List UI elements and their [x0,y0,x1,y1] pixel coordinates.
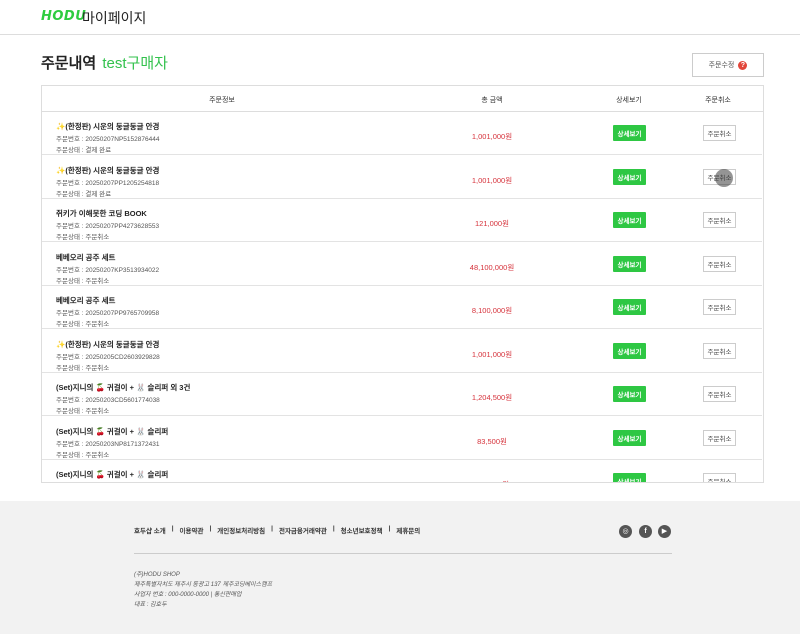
total-price: 1,204,500원 [471,393,513,402]
cancel-order-button[interactable]: 주문취소 [703,342,736,359]
column-header-cancel: 주문취소 [705,97,731,104]
footer-link[interactable]: 전자금융거래약관 [279,525,327,535]
cancel-order-button[interactable]: 주문취소 [703,429,736,446]
column-header-detail: 상세보기 [616,97,642,104]
detail-button[interactable]: 상세보기 [613,125,646,141]
footer-links: 호두샵 소개 | 이용약관 | 개인정보처리방침 | 전자금융거래약관 | 청소년보호정책 | 제휴… [134,525,420,535]
mouse-cursor-indicator [715,169,733,187]
order-status: 주문상태 : 주문취소 [56,321,110,328]
youtube-icon[interactable]: ▶ [658,525,671,538]
table-header: 주문정보 총 금액 상세보기 주문취소 [42,86,763,112]
product-name[interactable]: (Set)지니의 🍒 귀걸이 + 🐰 슬리퍼 외 3건 [56,382,190,393]
footer-link[interactable]: 이용약관 [180,525,204,535]
total-price: 83,500원 [477,436,507,446]
total-price: 121,000원 [474,219,509,228]
total-price: 1,001,000원 [471,175,513,185]
cancel-order-button[interactable]: 주문취소 [703,255,736,272]
footer-link[interactable]: 청소년보호정책 [341,525,383,535]
buyer-name: test구매자 [102,55,168,72]
order-number: 주문번호 : 20250203NP8171372431 [56,440,160,448]
column-header-total: 총 금액 [481,97,503,104]
total-price: 48,100,000원 [469,262,515,272]
cancel-order-button[interactable]: 주문취소 [703,473,736,482]
product-name[interactable]: 쥐키가 이해못한 코딩 BOOK [56,208,147,219]
order-status: 주문상태 : 주문취소 [56,277,110,285]
total-price: 8,100,000원 [471,306,513,315]
company-address: 제주특별자치도 제주시 동광고 137 제주코딩베이스캠프 [134,582,273,588]
detail-button[interactable]: 상세보기 [613,429,646,446]
detail-button[interactable]: 상세보기 [613,255,646,272]
table-row: 베베오리 공주 세트주문번호 : 20250207KP3513934022 주문상… [42,243,762,286]
order-table: 주문정보 총 금액 상세보기 주문취소 ✨(한정판) 시운의 둥글둥글 안경주문… [41,85,764,483]
footer-link-separator: | [388,525,391,532]
total-price: 163,500원 [452,479,532,482]
product-name[interactable]: 베베오리 공주 세트 [56,295,115,306]
order-edit-button[interactable]: 주문수정 ? [692,53,764,77]
order-status: 주문상태 : 주문취소 [56,234,110,241]
footer-link-separator: | [171,525,174,532]
header-title: 마이페이지 [82,10,147,26]
order-number: 주문번호 : 20250207PP4273628553 [56,223,160,230]
product-name[interactable]: ✨(한정판) 시운의 둥글둥글 안경 [56,339,159,350]
table-row: ✨(한정판) 시운의 둥글둥글 안경주문번호 : 20250207PP12052… [42,156,762,199]
order-status: 주문상태 : 결제 완료 [56,147,112,154]
product-name[interactable]: 베베오리 공주 세트 [56,252,115,263]
instagram-icon[interactable]: ◎ [619,525,632,538]
page-title: 주문내역 test구매자 [41,52,168,73]
help-icon: ? [738,60,748,70]
product-name[interactable]: ✨(한정판) 시운의 둥글둥글 안경 [56,165,159,176]
detail-button[interactable]: 상세보기 [613,168,646,185]
table-row: 쥐키가 이해못한 코딩 BOOK 주문번호 : 20250207PP4273628… [42,199,762,242]
order-edit-label: 주문수정 [708,62,735,69]
order-number: 주문번호 : 20250203CD5601774038 [56,397,160,404]
facebook-icon[interactable]: f [639,525,652,538]
hodu-logo[interactable]: HODU [41,9,86,24]
order-status: 주문상태 : 주문취소 [56,364,110,372]
detail-button[interactable]: 상세보기 [613,473,646,482]
order-number: 주문번호 : 20250207PP9765709958 [56,310,160,317]
order-status: 주문상태 : 결제 완료 [56,190,112,198]
footer-divider [134,553,672,554]
footer: 호두샵 소개 | 이용약관 | 개인정보처리방침 | 전자금융거래약관 | 청소년보호정책 | 제휴… [0,501,800,634]
order-number: 주문번호 : 20250207KP3513934022 [56,266,160,274]
footer-link-separator: | [271,525,273,532]
order-number: 주문번호 : 20250207NP5152876444 [56,136,160,143]
order-number: 주문번호 : 20250203CD2621702469 [56,481,160,482]
company-ceo: 대표 : 김호두 [134,602,167,608]
business-number: 사업자 번호 : 000-0000-0000 | 통신판매업 [134,592,242,598]
detail-button[interactable]: 상세보기 [613,299,646,315]
cancel-order-button[interactable]: 주문취소 [703,125,736,141]
cancel-order-button[interactable]: 주문취소 [703,212,736,228]
table-row: ✨(한정판) 시운의 둥글둥글 안경주문번호 : 20250207NP51528… [42,112,762,155]
total-price: 1,001,000원 [471,132,513,141]
cancel-order-button[interactable]: 주문취소 [703,386,736,402]
footer-link[interactable]: 개인정보처리방침 [217,525,265,535]
column-header-order-info: 주문정보 [209,97,235,104]
order-status: 주문상태 : 주문취소 [56,408,110,415]
detail-button[interactable]: 상세보기 [613,212,646,228]
product-name[interactable]: ✨(한정판) 시운의 둥글둥글 안경 [56,121,159,132]
total-price: 1,001,000원 [471,349,513,359]
page-title-text: 주문내역 [41,55,97,72]
product-name[interactable]: (Set)지니의 🍒 귀걸이 + 🐰 슬리퍼 [56,426,168,437]
footer-link[interactable]: 제휴문의 [396,525,420,535]
product-name[interactable]: (Set)지니의 🍒 귀걸이 + 🐰 슬리퍼 [56,469,168,480]
order-number: 주문번호 : 20250207PP1205254818 [56,179,160,187]
top-header: HODU 마이페이지 [0,0,800,35]
table-row: 베베오리 공주 세트주문번호 : 20250207PP9765709958 주문상… [42,286,762,329]
footer-link-separator: | [209,525,212,532]
table-row: (Set)지니의 🍒 귀걸이 + 🐰 슬리퍼 외 3건주문번호 : 202502… [42,373,762,416]
table-row: (Set)지니의 🍒 귀걸이 + 🐰 슬리퍼주문번호 : 20250203NP8… [42,417,762,460]
detail-button[interactable]: 상세보기 [613,386,646,402]
footer-link[interactable]: 호두샵 소개 [134,525,166,535]
table-row: (Set)지니의 🍒 귀걸이 + 🐰 슬리퍼주문번호 : 20250203CD2… [42,460,762,482]
company-name: (주)HODU SHOP [134,572,180,578]
table-row: ✨(한정판) 시운의 둥글둥글 안경주문번호 : 20250205CD26039… [42,330,762,373]
order-status: 주문상태 : 주문취소 [56,451,110,459]
cancel-order-button[interactable]: 주문취소 [703,299,736,315]
footer-link-separator: | [332,525,335,532]
order-number: 주문번호 : 20250205CD2603929828 [56,353,160,361]
detail-button[interactable]: 상세보기 [613,342,646,359]
